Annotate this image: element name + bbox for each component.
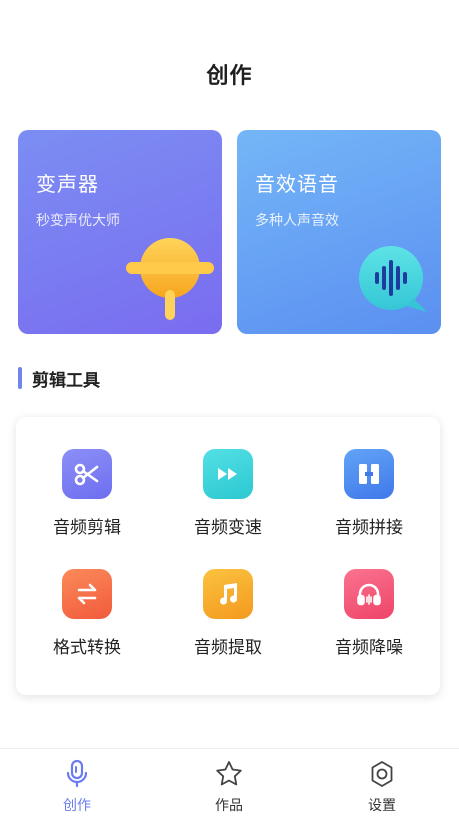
bottom-tab-bar: 创作 作品 设置 bbox=[0, 748, 459, 821]
voice-changer-card[interactable]: 变声器 秒变声优大师 bbox=[18, 130, 222, 334]
tab-works[interactable]: 作品 bbox=[189, 759, 269, 815]
card-title: 音效语音 bbox=[255, 172, 339, 196]
fast-forward-icon bbox=[203, 449, 253, 499]
lollipop-icon bbox=[126, 238, 214, 320]
star-icon bbox=[216, 761, 242, 786]
tool-audio-extract[interactable]: 音频提取 bbox=[168, 569, 288, 658]
tool-label: 音频变速 bbox=[194, 518, 262, 538]
section-title: 剪辑工具 bbox=[32, 370, 100, 391]
tab-label: 创作 bbox=[63, 798, 91, 814]
convert-arrows-icon bbox=[62, 569, 112, 619]
card-subtitle: 多种人声音效 bbox=[255, 213, 339, 229]
sound-effects-card[interactable]: 音效语音 多种人声音效 bbox=[237, 130, 441, 334]
sound-wave-bubble-icon bbox=[359, 246, 427, 312]
microphone-icon bbox=[66, 759, 88, 788]
splice-icon bbox=[344, 449, 394, 499]
tools-panel: 音频剪辑 音频变速 音频拼接 格式转换 音频提取 音频降噪 bbox=[16, 417, 440, 695]
tab-label: 作品 bbox=[215, 798, 243, 814]
tool-audio-splice[interactable]: 音频拼接 bbox=[309, 449, 429, 538]
tool-label: 音频剪辑 bbox=[53, 518, 121, 538]
tab-settings[interactable]: 设置 bbox=[342, 759, 422, 815]
tool-audio-denoise[interactable]: 音频降噪 bbox=[309, 569, 429, 658]
tool-label: 音频降噪 bbox=[335, 638, 403, 658]
card-title: 变声器 bbox=[36, 172, 99, 196]
music-note-icon bbox=[203, 569, 253, 619]
tool-label: 格式转换 bbox=[53, 638, 121, 658]
page-title: 创作 bbox=[206, 64, 253, 89]
tool-audio-cut[interactable]: 音频剪辑 bbox=[27, 449, 147, 538]
card-subtitle: 秒变声优大师 bbox=[36, 213, 120, 229]
tool-audio-speed[interactable]: 音频变速 bbox=[168, 449, 288, 538]
tool-label: 音频提取 bbox=[194, 638, 262, 658]
headphones-icon bbox=[344, 569, 394, 619]
tab-create[interactable]: 创作 bbox=[37, 759, 117, 815]
tool-label: 音频拼接 bbox=[335, 518, 403, 538]
scissors-icon bbox=[62, 449, 112, 499]
section-accent-bar bbox=[18, 367, 22, 389]
tool-format-convert[interactable]: 格式转换 bbox=[27, 569, 147, 658]
tab-label: 设置 bbox=[368, 798, 396, 814]
section-header: 剪辑工具 bbox=[18, 366, 100, 391]
gear-icon bbox=[371, 761, 393, 787]
